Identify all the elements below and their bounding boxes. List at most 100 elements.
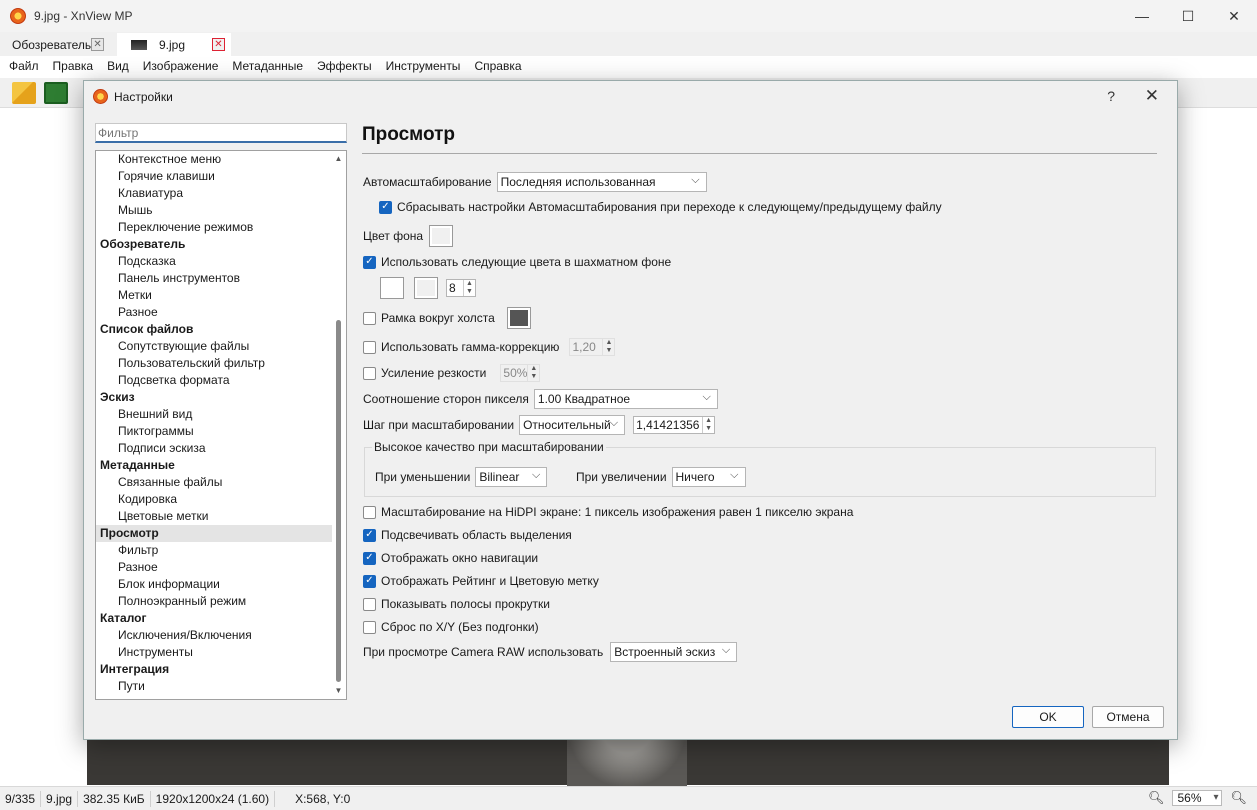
option-rating-color[interactable]: ✓ Отображать Рейтинг и Цветовую метку xyxy=(363,574,599,588)
tree-subitem[interactable]: Инструменты xyxy=(96,644,332,661)
settings-dialog: Настройки ? ✕ Контекстное менюГорячие кл… xyxy=(83,80,1178,740)
tree-subitem[interactable]: Горячие клавиши xyxy=(96,168,332,185)
sharpen-spinner[interactable]: 50% ▲ ▼ xyxy=(500,364,541,382)
option-hidpi[interactable]: Масштабирование на HiDPI экране: 1 пиксе… xyxy=(363,505,853,519)
tree-subitem[interactable]: Клавиатура xyxy=(96,185,332,202)
checker-checkbox[interactable]: ✓ xyxy=(363,255,376,269)
option-checkbox[interactable] xyxy=(363,620,376,634)
checker-color-1-swatch[interactable] xyxy=(380,277,404,299)
close-tab-icon[interactable]: ✕ xyxy=(91,38,104,51)
zoom-out-icon[interactable]: 🔍︎ xyxy=(1148,790,1165,806)
tree-subitem[interactable]: Метки xyxy=(96,287,332,304)
option-checkbox[interactable] xyxy=(363,597,376,611)
canvas-frame-color-swatch[interactable] xyxy=(506,307,531,329)
spinner-arrows-icon[interactable]: ▲ ▼ xyxy=(702,417,714,433)
menu-file[interactable]: Файл xyxy=(2,59,46,73)
option-highlight-selection[interactable]: ✓ Подсвечивать область выделения xyxy=(363,528,572,542)
hq-down-select[interactable]: Bilinear xyxy=(475,466,548,487)
menu-effects[interactable]: Эффекты xyxy=(310,59,379,73)
save-icon[interactable] xyxy=(44,82,68,104)
reset-autoscale-row[interactable]: ✓ Сбрасывать настройки Автомасштабирован… xyxy=(379,200,942,214)
tree-category[interactable]: Метаданные xyxy=(96,457,332,474)
camera-raw-select[interactable]: Встроенный эскиз xyxy=(610,641,738,662)
autoscale-select[interactable]: Последняя использованная xyxy=(496,171,707,192)
maximize-button[interactable]: ☐ xyxy=(1165,0,1211,32)
option-scrollbars[interactable]: Показывать полосы прокрутки xyxy=(363,597,550,611)
ok-button[interactable]: OK xyxy=(1012,706,1084,728)
reset-autoscale-checkbox[interactable]: ✓ xyxy=(379,200,392,214)
tree-subitem[interactable]: Пути xyxy=(96,678,332,695)
cancel-button[interactable]: Отмена xyxy=(1092,706,1164,728)
scrollbar-thumb[interactable] xyxy=(336,320,341,682)
scroll-down-icon[interactable]: ▼ xyxy=(332,684,345,698)
tree-scrollbar[interactable]: ▲ ▼ xyxy=(332,152,345,698)
checker-row[interactable]: ✓ Использовать следующие цвета в шахматн… xyxy=(363,255,671,269)
sharpen-checkbox[interactable] xyxy=(363,366,376,380)
close-tab-icon[interactable]: ✕ xyxy=(212,38,225,51)
hq-up-select[interactable]: Ничего xyxy=(671,466,746,487)
option-checkbox[interactable] xyxy=(363,505,376,519)
tree-subitem[interactable]: Подсветка формата xyxy=(96,372,332,389)
tree-subitem[interactable]: Мышь xyxy=(96,202,332,219)
tree-category[interactable]: Интеграция xyxy=(96,661,332,678)
checker-color-2-swatch[interactable] xyxy=(414,277,438,299)
tree-subitem[interactable]: Полноэкранный режим xyxy=(96,593,332,610)
tree-subitem[interactable]: Связанные файлы xyxy=(96,474,332,491)
tree-subitem[interactable]: Разное xyxy=(96,559,332,576)
help-button[interactable]: ? xyxy=(1107,88,1115,104)
zoom-select[interactable]: 56% xyxy=(1172,790,1223,806)
zoom-step-spinner[interactable]: 1,41421356 ▲ ▼ xyxy=(633,416,716,434)
menu-tools[interactable]: Инструменты xyxy=(379,59,468,73)
tree-subitem[interactable]: Переключение режимов xyxy=(96,219,332,236)
tree-category[interactable]: Просмотр xyxy=(96,525,332,542)
tree-subitem[interactable]: Сопутствующие файлы xyxy=(96,338,332,355)
menu-view[interactable]: Вид xyxy=(100,59,136,73)
tree-category[interactable]: Обозреватель xyxy=(96,236,332,253)
gamma-spinner[interactable]: 1,20 ▲ ▼ xyxy=(569,338,616,356)
option-navigation-window[interactable]: ✓ Отображать окно навигации xyxy=(363,551,538,565)
tree-subitem[interactable]: Подписи эскиза xyxy=(96,440,332,457)
status-size: 382.35 КиБ xyxy=(78,790,151,807)
tree-subitem[interactable]: Исключения/Включения xyxy=(96,627,332,644)
option-checkbox[interactable]: ✓ xyxy=(363,574,376,588)
spinner-arrows-icon[interactable]: ▲ ▼ xyxy=(527,365,539,381)
tree-subitem[interactable]: Контекстное меню xyxy=(96,151,332,168)
tree-subitem[interactable]: Панель инструментов xyxy=(96,270,332,287)
spinner-arrows-icon[interactable]: ▲ ▼ xyxy=(602,339,614,355)
tree-subitem[interactable]: Внешний вид xyxy=(96,406,332,423)
canvas-frame-checkbox[interactable] xyxy=(363,311,376,325)
zoom-step-mode-select[interactable]: Относительный xyxy=(519,414,626,435)
tab-browser[interactable]: Обозреватель ✕ xyxy=(6,33,110,56)
tree-subitem[interactable]: Кодировка xyxy=(96,491,332,508)
tree-subitem[interactable]: Пиктограммы xyxy=(96,423,332,440)
zoom-in-icon[interactable]: 🔍︎ xyxy=(1230,790,1247,806)
spinner-arrows-icon[interactable]: ▲ ▼ xyxy=(463,280,475,296)
pixel-ratio-select[interactable]: 1.00 Квадратное xyxy=(533,388,718,409)
tree-subitem[interactable]: Блок информации xyxy=(96,576,332,593)
tree-subitem[interactable]: Фильтр xyxy=(96,542,332,559)
tab-image[interactable]: 9.jpg ✕ xyxy=(117,33,231,56)
menu-image[interactable]: Изображение xyxy=(136,59,226,73)
filter-input[interactable] xyxy=(95,123,347,143)
tree-category[interactable]: Каталог xyxy=(96,610,332,627)
tree-subitem[interactable]: Цветовые метки xyxy=(96,508,332,525)
tree-subitem[interactable]: Пользовательский фильтр xyxy=(96,355,332,372)
option-reset-xy[interactable]: Сброс по X/Y (Без подгонки) xyxy=(363,620,539,634)
menu-metadata[interactable]: Метаданные xyxy=(225,59,310,73)
tree-category[interactable]: Эскиз xyxy=(96,389,332,406)
option-checkbox[interactable]: ✓ xyxy=(363,528,376,542)
browse-folder-icon[interactable] xyxy=(12,82,36,104)
gamma-checkbox[interactable] xyxy=(363,340,376,354)
tree-subitem[interactable]: Подсказка xyxy=(96,253,332,270)
menu-help[interactable]: Справка xyxy=(467,59,528,73)
bg-color-swatch[interactable] xyxy=(429,225,454,247)
close-dialog-button[interactable]: ✕ xyxy=(1145,86,1159,106)
menu-edit[interactable]: Правка xyxy=(46,59,101,73)
scroll-up-icon[interactable]: ▲ xyxy=(332,152,345,166)
checker-size-spinner[interactable]: 8 ▲ ▼ xyxy=(446,279,476,297)
option-checkbox[interactable]: ✓ xyxy=(363,551,376,565)
minimize-button[interactable]: — xyxy=(1119,0,1165,32)
close-window-button[interactable]: ✕ xyxy=(1211,0,1257,32)
tree-category[interactable]: Список файлов xyxy=(96,321,332,338)
tree-subitem[interactable]: Разное xyxy=(96,304,332,321)
